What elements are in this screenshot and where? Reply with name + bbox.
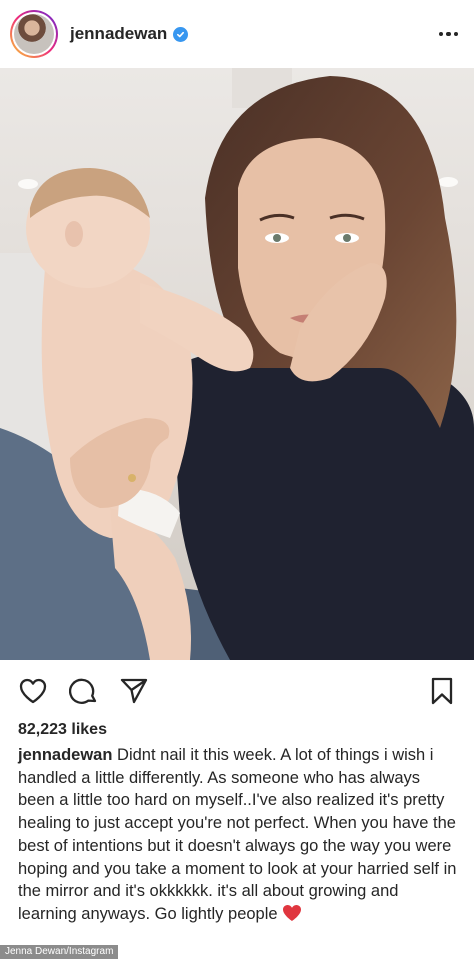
caption-username[interactable]: jennadewan	[18, 746, 112, 764]
photo-credit: Jenna Dewan/Instagram	[0, 945, 119, 959]
paper-plane-icon[interactable]	[119, 676, 149, 706]
username-link[interactable]: jennadewan	[70, 24, 167, 44]
post-header: jennadewan	[0, 0, 474, 68]
action-bar	[0, 672, 474, 712]
verified-badge-icon	[173, 26, 189, 42]
avatar-photo	[14, 14, 54, 54]
post-image[interactable]	[0, 68, 474, 660]
comment-icon[interactable]	[69, 676, 99, 706]
heart-emoji-icon	[283, 904, 302, 921]
like-count[interactable]: 82,223 likes	[18, 721, 107, 739]
post-photo-illustration	[0, 68, 474, 660]
caption: jennadewan Didnt nail it this week. A lo…	[18, 744, 458, 926]
bookmark-icon[interactable]	[427, 676, 457, 706]
heart-icon[interactable]	[18, 676, 48, 706]
caption-text: Didnt nail it this week. A lot of things…	[18, 746, 457, 923]
more-options-icon[interactable]	[435, 24, 463, 44]
avatar[interactable]	[10, 10, 58, 58]
avatar-inner	[12, 12, 56, 56]
